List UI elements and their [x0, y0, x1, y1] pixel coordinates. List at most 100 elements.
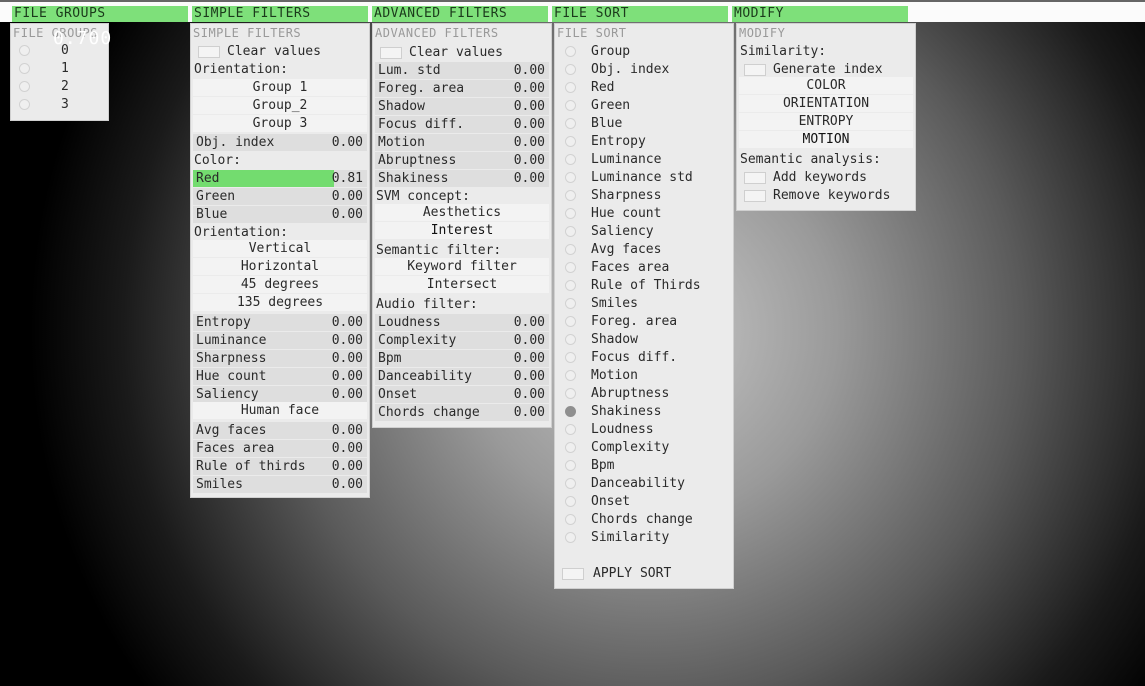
- green-slider[interactable]: Green 0.00: [193, 188, 367, 205]
- orientation-button[interactable]: ORIENTATION: [739, 95, 913, 112]
- sort-option[interactable]: Green: [557, 97, 731, 114]
- radio-button[interactable]: [565, 46, 576, 57]
- group-option[interactable]: 0: [13, 42, 106, 59]
- 135-degrees-button[interactable]: 135 degrees: [193, 294, 367, 311]
- luminance-slider[interactable]: Luminance 0.00: [193, 332, 367, 349]
- chords-change-slider[interactable]: Chords change 0.00: [375, 404, 549, 421]
- remove-keywords-toggle[interactable]: Remove keywords: [739, 187, 913, 204]
- radio-button[interactable]: [565, 442, 576, 453]
- danceability-slider[interactable]: Danceability 0.00: [375, 368, 549, 385]
- red-slider[interactable]: Red 0.81: [193, 170, 367, 187]
- sort-option[interactable]: Luminance std: [557, 169, 731, 186]
- sort-option[interactable]: Faces area: [557, 259, 731, 276]
- radio-button[interactable]: [565, 496, 576, 507]
- group-option[interactable]: 1: [13, 60, 106, 77]
- radio-button[interactable]: [565, 64, 576, 75]
- foreg-area-slider[interactable]: Foreg. area 0.00: [375, 80, 549, 97]
- group-option[interactable]: 3: [13, 96, 106, 113]
- radio-button[interactable]: [565, 388, 576, 399]
- motion-button[interactable]: MOTION: [739, 131, 913, 148]
- apply-sort-toggle[interactable]: APPLY SORT: [557, 565, 731, 582]
- radio-button[interactable]: [565, 298, 576, 309]
- sort-option[interactable]: Saliency: [557, 223, 731, 240]
- intersect-button[interactable]: Intersect: [375, 276, 549, 293]
- tab-advanced-filters[interactable]: ADVANCED FILTERS: [372, 6, 548, 22]
- radio-button[interactable]: [19, 45, 30, 56]
- group1-button[interactable]: Group 1: [193, 79, 367, 96]
- shadow-slider[interactable]: Shadow 0.00: [375, 98, 549, 115]
- human-face-button[interactable]: Human face: [193, 402, 367, 419]
- horizontal-button[interactable]: Horizontal: [193, 258, 367, 275]
- radio-button[interactable]: [565, 154, 576, 165]
- complexity-slider[interactable]: Complexity 0.00: [375, 332, 549, 349]
- sort-option[interactable]: Shakiness: [557, 403, 731, 420]
- add-keywords-toggle[interactable]: Add keywords: [739, 169, 913, 186]
- radio-button[interactable]: [565, 316, 576, 327]
- smiles-slider[interactable]: Smiles 0.00: [193, 476, 367, 493]
- tab-file-groups[interactable]: FILE GROUPS: [12, 6, 188, 22]
- radio-button[interactable]: [565, 424, 576, 435]
- group2-button[interactable]: Group_2: [193, 97, 367, 114]
- radio-button[interactable]: [565, 208, 576, 219]
- color-button[interactable]: COLOR: [739, 77, 913, 94]
- checkbox[interactable]: [744, 190, 766, 202]
- sharpness-slider[interactable]: Sharpness 0.00: [193, 350, 367, 367]
- clear-values-toggle[interactable]: Clear values: [375, 44, 549, 61]
- radio-button[interactable]: [565, 190, 576, 201]
- sort-option[interactable]: Foreg. area: [557, 313, 731, 330]
- sort-option[interactable]: Group: [557, 43, 731, 60]
- checkbox[interactable]: [562, 568, 584, 580]
- obj-index-slider[interactable]: Obj. index 0.00: [193, 134, 367, 151]
- sort-option[interactable]: Complexity: [557, 439, 731, 456]
- radio-button[interactable]: [565, 352, 576, 363]
- bpm-slider[interactable]: Bpm 0.00: [375, 350, 549, 367]
- sort-option[interactable]: Red: [557, 79, 731, 96]
- radio-button[interactable]: [565, 334, 576, 345]
- sort-option[interactable]: Abruptness: [557, 385, 731, 402]
- sort-option[interactable]: Avg faces: [557, 241, 731, 258]
- sort-option[interactable]: Danceability: [557, 475, 731, 492]
- avg-faces-slider[interactable]: Avg faces 0.00: [193, 422, 367, 439]
- onset-slider[interactable]: Onset 0.00: [375, 386, 549, 403]
- sort-option[interactable]: Similarity: [557, 529, 731, 546]
- sort-option[interactable]: Shadow: [557, 331, 731, 348]
- checkbox[interactable]: [198, 46, 220, 58]
- sort-option[interactable]: Hue count: [557, 205, 731, 222]
- sort-option[interactable]: Luminance: [557, 151, 731, 168]
- radio-button[interactable]: [565, 226, 576, 237]
- radio-button[interactable]: [565, 244, 576, 255]
- sort-option[interactable]: Smiles: [557, 295, 731, 312]
- clear-values-toggle[interactable]: Clear values: [193, 43, 367, 60]
- entropy-slider[interactable]: Entropy 0.00: [193, 314, 367, 331]
- blue-slider[interactable]: Blue 0.00: [193, 206, 367, 223]
- sort-option[interactable]: Focus diff.: [557, 349, 731, 366]
- radio-button[interactable]: [19, 81, 30, 92]
- radio-button[interactable]: [565, 136, 576, 147]
- tab-file-sort[interactable]: FILE SORT: [552, 6, 728, 22]
- checkbox[interactable]: [380, 47, 402, 59]
- loudness-slider[interactable]: Loudness 0.00: [375, 314, 549, 331]
- group-option[interactable]: 2: [13, 78, 106, 95]
- sort-option[interactable]: Rule of Thirds: [557, 277, 731, 294]
- radio-button[interactable]: [19, 99, 30, 110]
- sort-option[interactable]: Bpm: [557, 457, 731, 474]
- faces-area-slider[interactable]: Faces area 0.00: [193, 440, 367, 457]
- radio-button[interactable]: [565, 514, 576, 525]
- sort-option[interactable]: Entropy: [557, 133, 731, 150]
- sort-option[interactable]: Obj. index: [557, 61, 731, 78]
- sort-option[interactable]: Sharpness: [557, 187, 731, 204]
- radio-button[interactable]: [19, 63, 30, 74]
- entropy-button[interactable]: ENTROPY: [739, 113, 913, 130]
- radio-button[interactable]: [565, 532, 576, 543]
- lum-std-slider[interactable]: Lum. std 0.00: [375, 62, 549, 79]
- group3-button[interactable]: Group 3: [193, 115, 367, 132]
- aesthetics-button[interactable]: Aesthetics: [375, 204, 549, 221]
- 45-degrees-button[interactable]: 45 degrees: [193, 276, 367, 293]
- sort-option[interactable]: Blue: [557, 115, 731, 132]
- tab-modify[interactable]: MODIFY: [732, 6, 908, 22]
- radio-button[interactable]: [565, 460, 576, 471]
- radio-button[interactable]: [565, 262, 576, 273]
- shakiness-slider[interactable]: Shakiness 0.00: [375, 170, 549, 187]
- tab-simple-filters[interactable]: SIMPLE FILTERS: [192, 6, 368, 22]
- radio-button[interactable]: [565, 118, 576, 129]
